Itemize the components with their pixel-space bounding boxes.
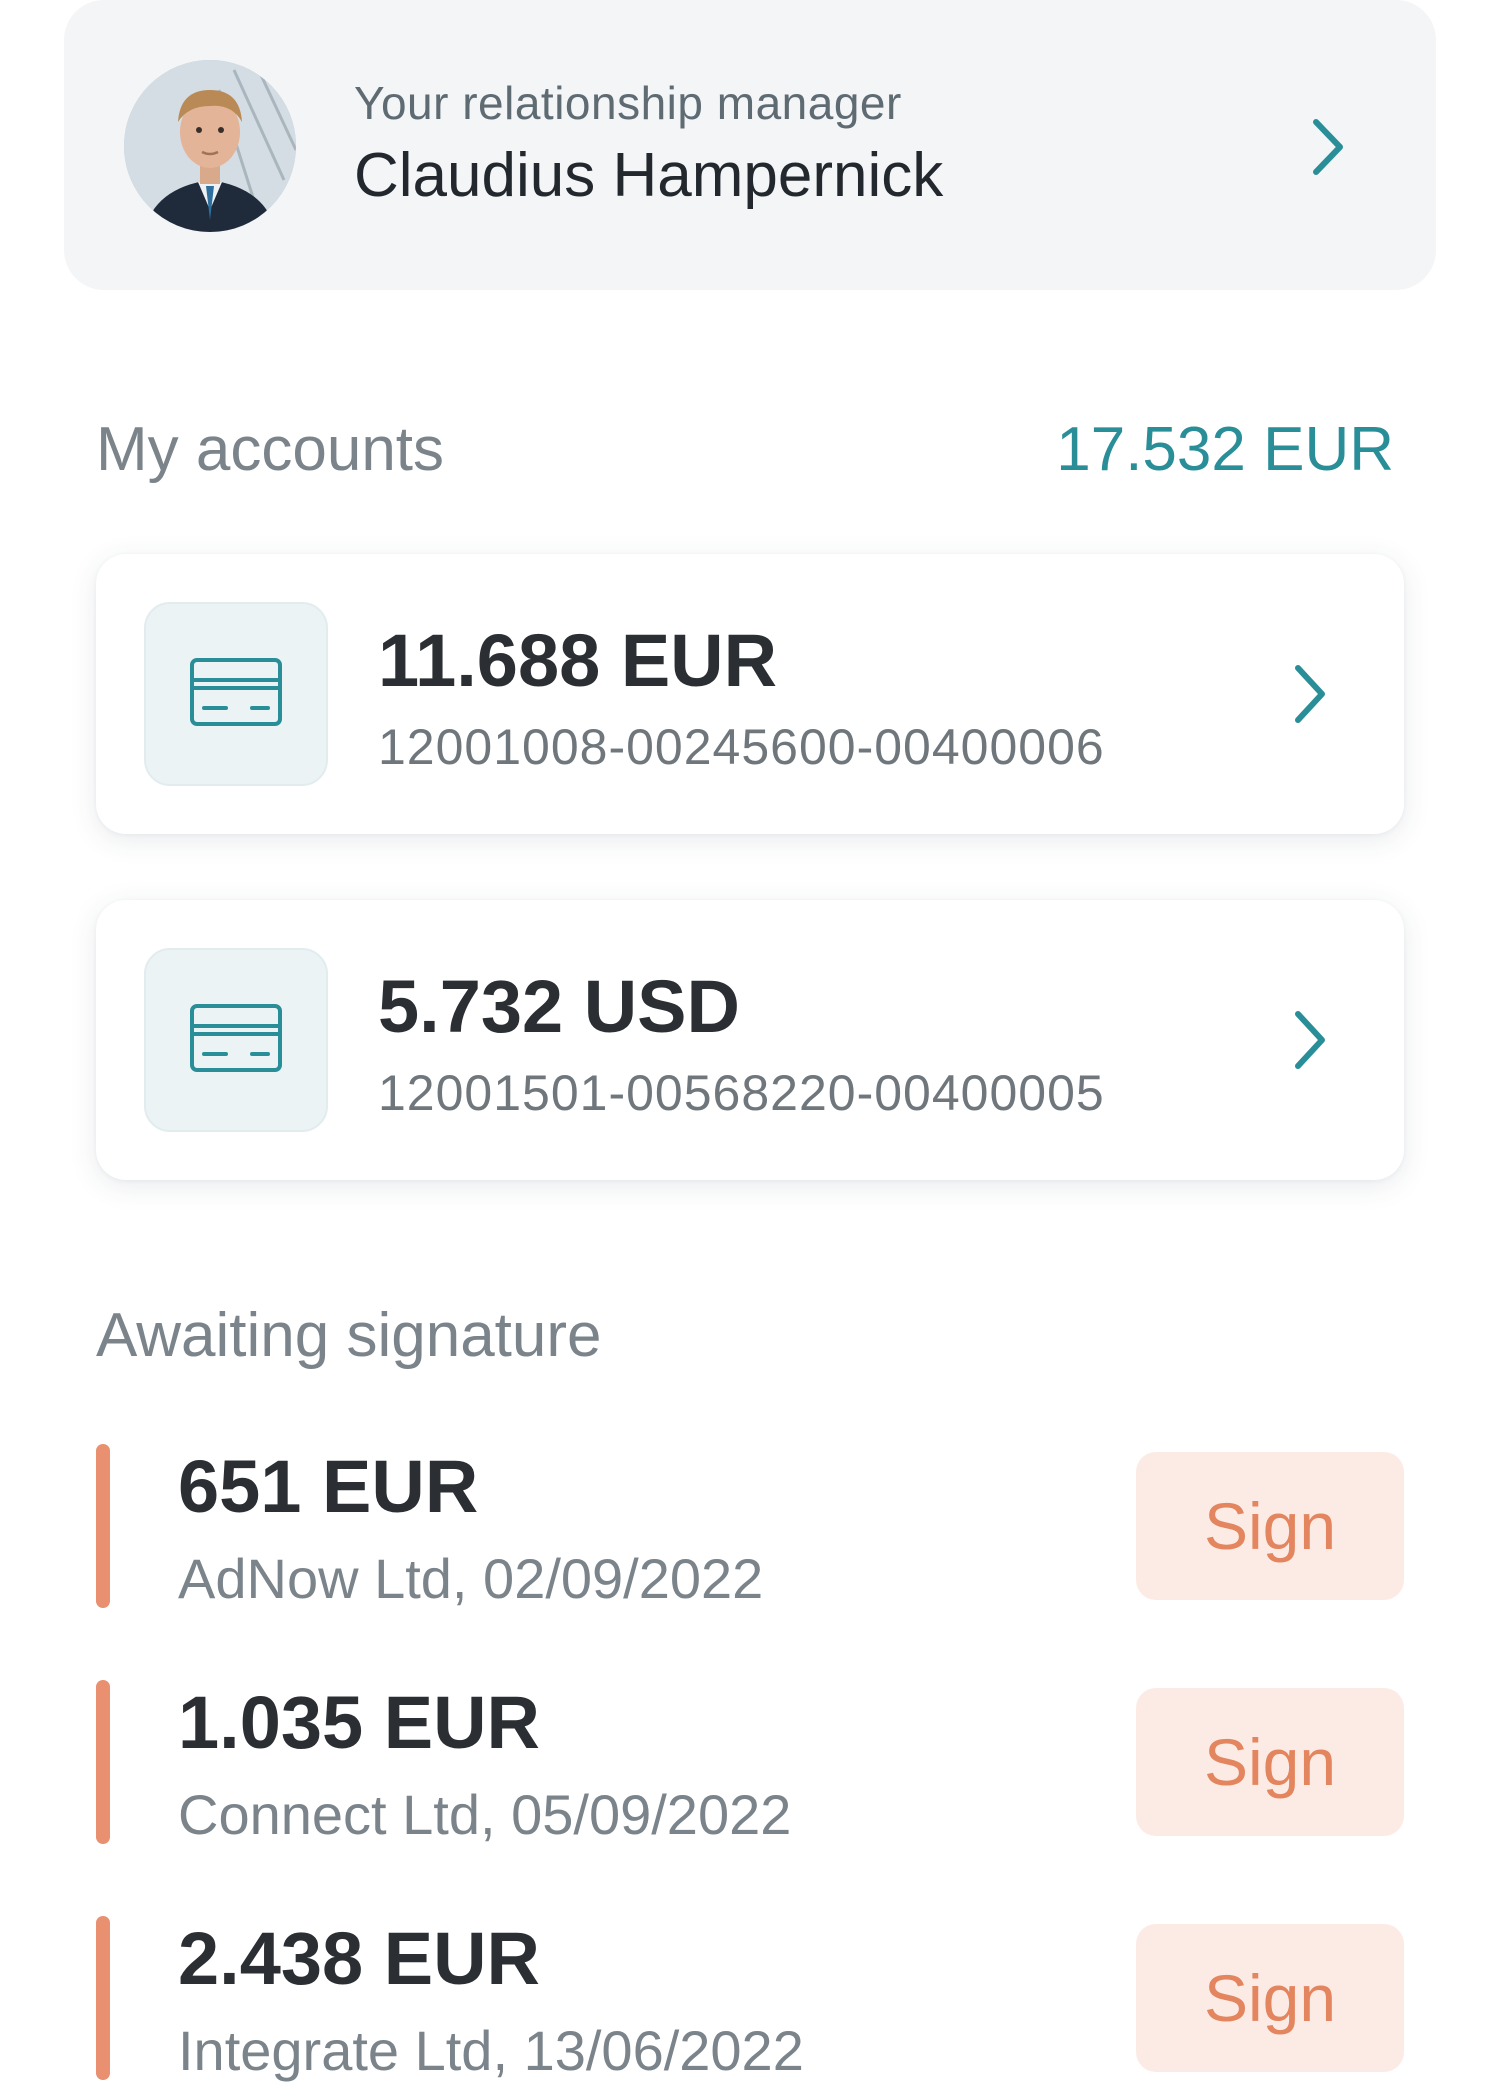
pending-payment-description: Connect Ltd, 05/09/2022 [178,1783,792,1846]
pending-payment-amount: 1.035 EUR [178,1681,540,1764]
account-number: 12001501-00568220-00400005 [378,1065,1105,1121]
credit-card-icon [190,658,282,726]
account-icon-box [144,948,328,1132]
pending-payment-row: 1.035 EUR Connect Ltd, 05/09/2022 Sign [96,1680,1404,1846]
pending-payment-description: AdNow Ltd, 02/09/2022 [178,1547,764,1610]
account-icon-box [144,602,328,786]
awaiting-signature-title: Awaiting signature [96,1301,602,1370]
chevron-right-icon[interactable] [1292,1008,1328,1072]
relationship-manager-label: Your relationship manager [354,77,902,129]
chevron-right-icon[interactable] [1292,662,1328,726]
credit-card-icon [190,1004,282,1072]
pending-payment-amount: 651 EUR [178,1445,479,1528]
pending-payment-description: Integrate Ltd, 13/06/2022 [178,2019,804,2082]
chevron-right-icon[interactable] [1310,116,1346,178]
accounts-total-balance: 17.532 EUR [1056,415,1394,484]
pending-payment-row: 2.438 EUR Integrate Ltd, 13/06/2022 Sign [96,1916,1404,2082]
pending-status-bar [96,1916,110,2080]
sign-button[interactable]: Sign [1136,1924,1404,2072]
my-accounts-title: My accounts [96,415,445,484]
sign-button[interactable]: Sign [1136,1688,1404,1836]
pending-payment-amount: 2.438 EUR [178,1917,540,2000]
pending-status-bar [96,1444,110,1608]
relationship-manager-name: Claudius Hampernick [354,141,944,210]
account-balance: 11.688 EUR [378,619,778,702]
account-card[interactable]: 5.732 USD 12001501-00568220-00400005 [96,900,1404,1180]
account-balance: 5.732 USD [378,965,740,1048]
sign-button[interactable]: Sign [1136,1452,1404,1600]
pending-payment-row: 651 EUR AdNow Ltd, 02/09/2022 Sign [96,1444,1404,1610]
manager-avatar [124,60,296,232]
account-card[interactable]: 11.688 EUR 12001008-00245600-00400006 [96,554,1404,834]
pending-status-bar [96,1680,110,1844]
account-number: 12001008-00245600-00400006 [378,719,1105,775]
relationship-manager-card[interactable]: Your relationship manager Claudius Hampe… [64,0,1436,290]
